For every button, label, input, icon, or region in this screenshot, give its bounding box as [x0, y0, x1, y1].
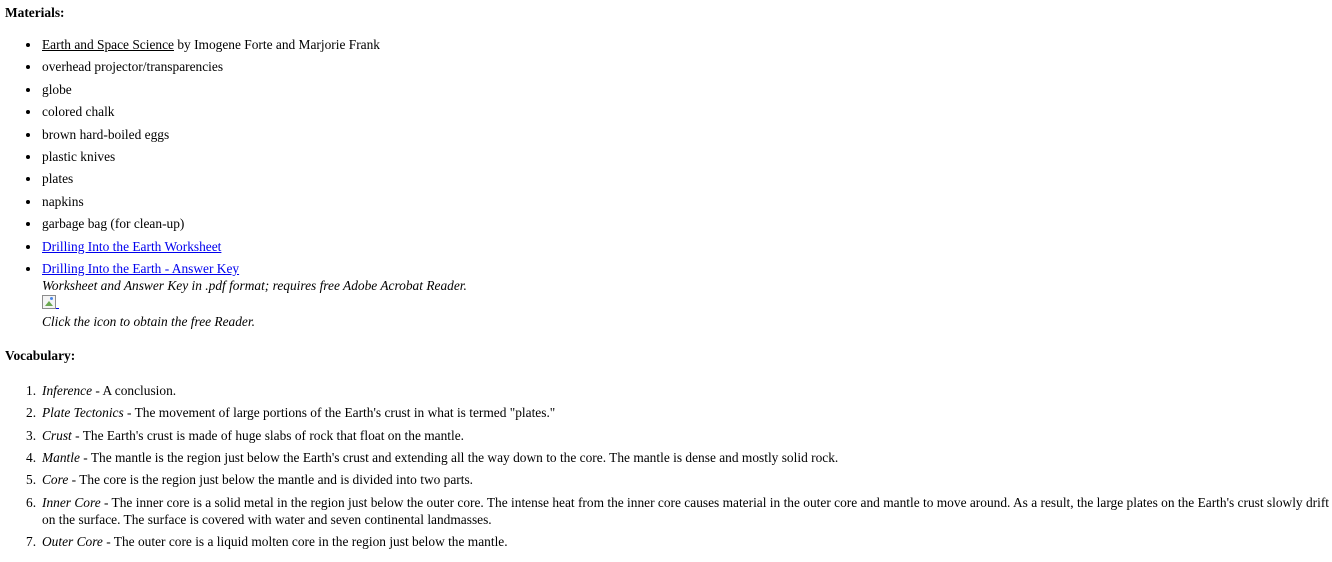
materials-heading: Materials:	[5, 5, 65, 20]
list-item: Plate Tectonics - The movement of large …	[26, 404, 1332, 421]
materials-list: Earth and Space Science by Imogene Forte…	[5, 36, 1332, 330]
list-item: Drilling Into the Earth - Answer Key Wor…	[26, 260, 1332, 330]
vocab-definition: - The outer core is a liquid molten core…	[102, 534, 508, 550]
vocab-definition: - The inner core is a solid metal in the…	[42, 494, 1330, 527]
answer-key-link[interactable]: Drilling Into the Earth - Answer Key	[42, 261, 239, 276]
list-item: napkins	[26, 193, 1332, 210]
vocabulary-heading: Vocabulary:	[5, 347, 76, 363]
worksheet-link[interactable]: Drilling Into the Earth Worksheet	[42, 239, 221, 254]
vocab-definition: - The Earth's crust is made of huge slab…	[71, 427, 465, 443]
list-item: brown hard-boiled eggs	[26, 126, 1332, 143]
list-item: Outer Core - The outer core is a liquid …	[26, 533, 1332, 550]
list-item: plates	[26, 170, 1332, 187]
vocab-term: Core	[42, 472, 69, 488]
vocabulary-list: Inference - A conclusion. Plate Tectonic…	[5, 382, 1332, 550]
list-item: Inference - A conclusion.	[26, 382, 1332, 399]
vocab-term: Mantle	[42, 450, 80, 466]
vocab-term: Inner Core	[42, 494, 101, 510]
list-item: overhead projector/transparencies	[26, 58, 1332, 75]
list-item: colored chalk	[26, 103, 1332, 120]
vocab-definition: - A conclusion.	[92, 382, 177, 398]
list-item: globe	[26, 81, 1332, 98]
list-item: Core - The core is the region just below…	[26, 471, 1332, 488]
list-item: garbage bag (for clean-up)	[26, 215, 1332, 232]
page: Materials: Earth and Space Science by Im…	[0, 0, 1332, 550]
list-item: Mantle - The mantle is the region just b…	[26, 449, 1332, 466]
book-authors: by Imogene Forte and Marjorie Frank	[173, 37, 380, 52]
vocab-term: Inference	[42, 382, 93, 398]
vocab-term: Crust	[42, 427, 72, 443]
list-item: Crust - The Earth's crust is made of hug…	[26, 427, 1332, 444]
book-title: Earth and Space Science	[42, 37, 174, 52]
list-item: Drilling Into the Earth Worksheet	[26, 238, 1332, 255]
list-item: plastic knives	[26, 148, 1332, 165]
vocab-term: Plate Tectonics	[42, 405, 124, 421]
vocab-definition: - The mantle is the region just below th…	[79, 450, 839, 466]
pdf-format-note: Worksheet and Answer Key in .pdf format;…	[42, 277, 467, 293]
vocab-definition: - The movement of large portions of the …	[123, 405, 556, 421]
vocab-term: Outer Core	[42, 534, 103, 550]
reader-note: Click the icon to obtain the free Reader…	[42, 313, 255, 329]
list-item: Earth and Space Science by Imogene Forte…	[26, 36, 1332, 53]
list-item: Inner Core - The inner core is a solid m…	[26, 494, 1332, 528]
broken-image-icon[interactable]	[42, 294, 59, 309]
vocab-definition: - The core is the region just below the …	[68, 472, 474, 488]
